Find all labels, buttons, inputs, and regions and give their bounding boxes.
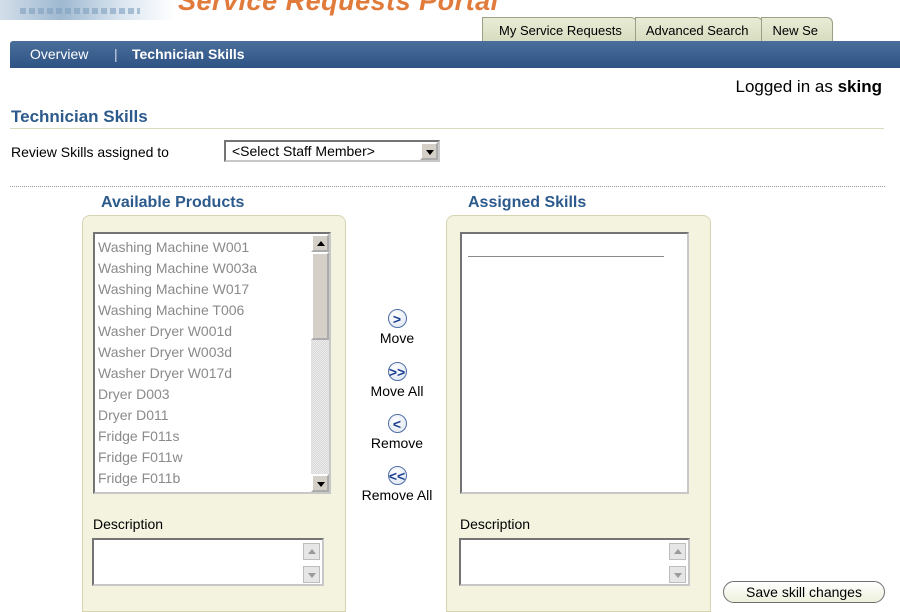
available-description-field[interactable]: [92, 538, 324, 586]
title-divider: [10, 128, 884, 129]
scroll-down-icon[interactable]: [311, 474, 329, 492]
tab-my-service-requests[interactable]: My Service Requests: [482, 17, 637, 42]
list-item[interactable]: Washing Machine T006: [98, 300, 257, 321]
nav-technician-skills-link[interactable]: Technician Skills: [132, 41, 245, 68]
move-all-button[interactable]: >> Move All: [352, 362, 442, 399]
nav-separator: |: [114, 46, 118, 62]
scroll-down-icon[interactable]: [669, 566, 686, 583]
nav-overview-link[interactable]: Overview: [30, 41, 88, 68]
remove-button[interactable]: < Remove: [352, 414, 442, 451]
assigned-skills-header: Assigned Skills: [468, 194, 587, 211]
list-item[interactable]: Washing Machine W001: [98, 237, 257, 258]
move-all-left-icon[interactable]: <<: [387, 466, 407, 485]
remove-label[interactable]: Remove: [352, 435, 442, 451]
move-left-icon[interactable]: <: [387, 414, 407, 433]
available-products-listbox[interactable]: Washing Machine W001 Washing Machine W00…: [93, 232, 331, 494]
staff-member-select-value: <Select Staff Member>: [232, 143, 375, 159]
app-title: Service Requests Portal: [178, 0, 499, 16]
list-item[interactable]: Washer Dryer W017d: [98, 363, 257, 384]
review-skills-label: Review Skills assigned to: [11, 144, 169, 160]
assigned-description-field[interactable]: [459, 538, 690, 586]
scrollbar-thumb[interactable]: [311, 252, 329, 340]
sub-navigation-bar: Overview | Technician Skills: [10, 41, 900, 68]
tab-new-service-request[interactable]: New Se: [761, 17, 833, 42]
list-item[interactable]: Dryer D003: [98, 384, 257, 405]
list-item[interactable]: Fridge F011s: [98, 426, 257, 447]
empty-list-placeholder-line: [468, 256, 664, 257]
list-item[interactable]: Washer Dryer W003d: [98, 342, 257, 363]
move-right-icon[interactable]: >: [387, 309, 407, 328]
move-all-right-icon[interactable]: >>: [387, 362, 407, 381]
oracle-logo: [0, 0, 175, 20]
list-item[interactable]: Washer Dryer W001d: [98, 321, 257, 342]
dropdown-arrow-icon[interactable]: [420, 142, 438, 160]
scroll-up-icon[interactable]: [311, 234, 329, 252]
move-all-label[interactable]: Move All: [352, 383, 442, 399]
available-products-header: Available Products: [101, 194, 245, 211]
assigned-skills-listbox[interactable]: [460, 232, 689, 494]
available-products-items: Washing Machine W001 Washing Machine W00…: [98, 237, 257, 489]
list-item[interactable]: Fridge F011w: [98, 447, 257, 468]
list-item[interactable]: Washing Machine W003a: [98, 258, 257, 279]
list-item[interactable]: Dryer D011: [98, 405, 257, 426]
save-skill-changes-button[interactable]: Save skill changes: [723, 581, 885, 603]
remove-all-label[interactable]: Remove All: [352, 487, 442, 503]
tab-advanced-search[interactable]: Advanced Search: [634, 17, 764, 42]
available-list-scrollbar[interactable]: [311, 234, 329, 492]
logged-in-status: Logged in as sking: [735, 77, 882, 97]
assigned-description-label: Description: [460, 516, 531, 532]
section-divider: [10, 186, 885, 187]
available-description-label: Description: [93, 516, 164, 532]
logged-in-prefix: Logged in as: [735, 77, 833, 96]
scroll-up-icon[interactable]: [303, 543, 320, 560]
description-scrollbar[interactable]: [669, 541, 686, 583]
description-scrollbar[interactable]: [303, 541, 320, 583]
move-label[interactable]: Move: [352, 330, 442, 346]
staff-member-select[interactable]: <Select Staff Member>: [224, 140, 440, 162]
move-button[interactable]: > Move: [352, 309, 442, 346]
list-item[interactable]: Washing Machine W017: [98, 279, 257, 300]
list-item[interactable]: Fridge F011b: [98, 468, 257, 489]
logged-in-user: sking: [837, 77, 882, 96]
page-title: Technician Skills: [11, 107, 148, 126]
scroll-down-icon[interactable]: [303, 566, 320, 583]
remove-all-button[interactable]: << Remove All: [352, 466, 442, 503]
scroll-up-icon[interactable]: [669, 543, 686, 560]
global-tabs: My Service Requests Advanced Search New …: [482, 17, 833, 42]
